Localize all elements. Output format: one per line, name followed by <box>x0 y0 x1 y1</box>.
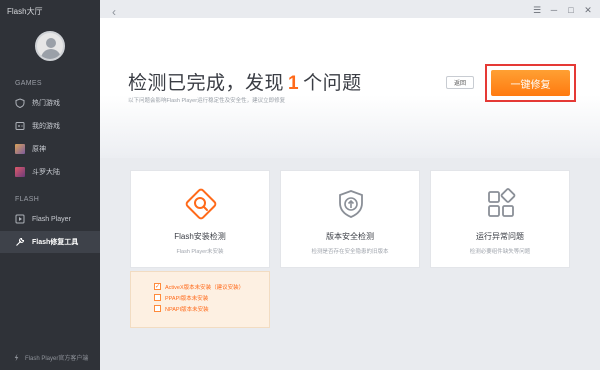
sidebar-item-yuanshen[interactable]: 原神 <box>0 138 100 160</box>
card-title: 运行异常问题 <box>476 232 524 241</box>
gamepad-icon <box>15 122 25 130</box>
issue-label: ActiveX版本未安装（建议安装） <box>165 284 245 291</box>
issue-item-activex[interactable]: ✓ ActiveX版本未安装（建议安装） <box>154 281 269 292</box>
issue-item-ppapi[interactable]: PPAPI版本未安装 <box>154 292 269 303</box>
sidebar-item-label: 原神 <box>32 146 46 153</box>
sidebar-item-label: Flash修复工具 <box>32 239 79 246</box>
card-desc: Flash Player未安装 <box>176 249 224 255</box>
issue-count: 1 <box>288 73 300 94</box>
sidebar-item-label: 斗罗大陆 <box>32 169 60 176</box>
issue-list: ✓ ActiveX版本未安装（建议安装） PPAPI版本未安装 NPAPI版本未… <box>130 271 270 328</box>
one-click-fix-button[interactable]: 一键修复 <box>491 70 570 96</box>
headline-prefix: 检测已完成，发现 <box>128 73 285 94</box>
minimize-icon[interactable]: ─ <box>548 4 560 16</box>
game-thumbnail-icon <box>15 167 25 177</box>
sidebar-footer: Flash Player官方客户端 <box>12 353 88 362</box>
fix-button-highlight: 一键修复 <box>485 64 576 102</box>
play-icon <box>15 214 25 224</box>
sidebar-item-label: 热门游戏 <box>32 100 60 107</box>
grid-icon <box>488 188 516 217</box>
section-label-games: GAMES <box>15 80 42 87</box>
card-title: Flash安装检测 <box>174 232 226 241</box>
close-icon[interactable]: ✕ <box>582 4 594 16</box>
back-chevron-icon[interactable]: ‹ <box>112 5 116 19</box>
issue-item-npapi[interactable]: NPAPI版本未安装 <box>154 303 269 314</box>
footer-label: Flash Player官方客户端 <box>25 356 89 362</box>
shield-icon <box>15 98 25 108</box>
card-desc: 检测必要组件缺失等问题 <box>469 249 531 255</box>
sidebar-item-my-games[interactable]: 我的游戏 <box>0 115 100 137</box>
card-version-check[interactable]: 版本安全检测 检测是否存在安全隐患的旧版本 <box>280 170 420 268</box>
shield-upload-icon <box>339 190 363 218</box>
game-thumbnail-icon <box>15 144 25 154</box>
card-runtime-issues[interactable]: 运行异常问题 检测必要组件缺失等问题 <box>430 170 570 268</box>
menu-icon[interactable]: ☰ <box>531 4 543 16</box>
page-title: 检测已完成，发现 1 个问题 <box>128 68 362 95</box>
sidebar-item-douluo[interactable]: 斗罗大陆 <box>0 161 100 183</box>
issue-label: NPAPI版本未安装 <box>165 306 209 313</box>
flash-logo-icon <box>14 353 19 362</box>
return-button[interactable]: 返回 <box>446 76 474 89</box>
maximize-icon[interactable]: □ <box>565 4 577 16</box>
issue-checkbox[interactable] <box>154 305 161 312</box>
page-subtitle: 以下问题会影响Flash Player运行稳定性及安全性，建议立即修复 <box>128 98 286 104</box>
headline-suffix: 个问题 <box>303 73 362 94</box>
sidebar-item-flash-player[interactable]: Flash Player <box>0 208 100 230</box>
sidebar: Flash大厅 GAMES 热门游戏 我的游戏 原神 斗罗大陆 FLASH Fl… <box>0 0 100 370</box>
main-panel: 检测已完成，发现 1 个问题 以下问题会影响Flash Player运行稳定性及安全… <box>100 0 600 370</box>
card-title: 版本安全检测 <box>326 232 374 241</box>
wrench-icon <box>16 237 25 246</box>
card-install-check[interactable]: Flash安装检测 Flash Player未安装 <box>130 170 270 268</box>
card-desc: 检测是否存在安全隐患的旧版本 <box>311 249 389 255</box>
issue-checkbox[interactable]: ✓ <box>154 283 161 290</box>
avatar[interactable] <box>35 31 65 61</box>
sidebar-item-label: 我的游戏 <box>32 123 60 130</box>
sidebar-item-flash-repair[interactable]: Flash修复工具 <box>0 231 100 253</box>
issue-label: PPAPI版本未安装 <box>165 295 209 302</box>
magnifier-icon <box>185 188 217 220</box>
window-controls: ☰ ─ □ ✕ <box>531 4 594 16</box>
section-label-flash: FLASH <box>15 196 40 203</box>
sidebar-item-label: Flash Player <box>32 215 71 223</box>
issue-checkbox[interactable] <box>154 294 161 301</box>
sidebar-item-hot-games[interactable]: 热门游戏 <box>0 92 100 114</box>
app-title: Flash大厅 <box>7 7 43 16</box>
